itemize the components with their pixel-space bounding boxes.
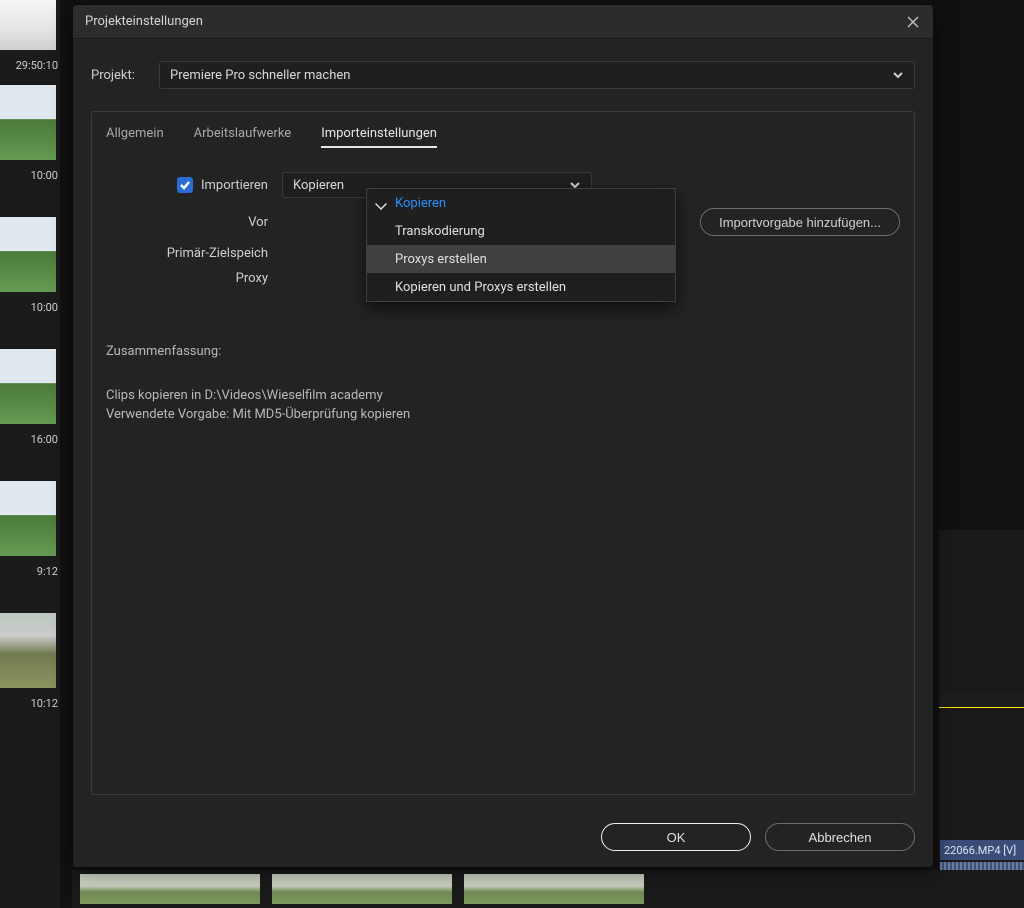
thumbnail-item[interactable]: 9:12 bbox=[0, 481, 60, 558]
import-mode-value: Kopieren bbox=[293, 178, 344, 193]
dialog-buttons: OK Abbrechen bbox=[73, 807, 933, 867]
thumbnail-image bbox=[0, 613, 56, 688]
thumbnail-item[interactable]: 16:00 bbox=[0, 349, 60, 426]
bottom-thumb-strip bbox=[72, 870, 1024, 908]
tab-general[interactable]: Allgemein bbox=[106, 126, 164, 148]
project-label: Projekt: bbox=[91, 68, 143, 83]
summary-block: Zusammenfassung: Clips kopieren in D:\Vi… bbox=[106, 342, 900, 425]
summary-line-destination: Clips kopieren in D:\Videos\Wieselfilm a… bbox=[106, 388, 383, 403]
project-select[interactable]: Premiere Pro schneller machen bbox=[159, 61, 915, 89]
project-select-value: Premiere Pro schneller machen bbox=[170, 68, 350, 83]
project-selector-row: Projekt: Premiere Pro schneller machen bbox=[91, 61, 915, 89]
ok-button[interactable]: OK bbox=[601, 823, 751, 851]
tab-scratch-disks[interactable]: Arbeitslaufwerke bbox=[194, 126, 292, 148]
chevron-down-icon bbox=[892, 69, 904, 81]
thumbnail-timecode: 10:12 bbox=[0, 697, 60, 710]
settings-panel: Allgemein Arbeitslaufwerke Importeinstel… bbox=[91, 111, 915, 795]
thumbnail-timecode: 29:50:10 bbox=[0, 59, 60, 72]
thumbnail-timecode: 9:12 bbox=[0, 565, 60, 578]
dialog-title: Projekteinstellungen bbox=[85, 14, 203, 29]
thumbnail-timecode: 10:00 bbox=[0, 301, 60, 314]
dropdown-item-create-proxies[interactable]: Proxys erstellen bbox=[367, 245, 675, 273]
tabs: Allgemein Arbeitslaufwerke Importeinstel… bbox=[106, 112, 900, 158]
thumbnail-item[interactable]: 10:00 bbox=[0, 85, 60, 162]
preset-label: Vor bbox=[106, 215, 268, 230]
thumbnail-timecode: 10:00 bbox=[0, 169, 60, 182]
thumbnail-timecode: 16:00 bbox=[0, 433, 60, 446]
proxy-label: Proxy bbox=[106, 271, 268, 286]
close-icon[interactable] bbox=[905, 14, 921, 30]
bottom-thumbnail[interactable] bbox=[272, 874, 452, 904]
thumbnail-strip: 29:50:10 10:00 10:00 16:00 9:12 10:12 bbox=[0, 0, 60, 908]
thumbnail-image bbox=[0, 217, 56, 292]
dialog-titlebar: Projekteinstellungen bbox=[73, 5, 933, 39]
thumbnail-image bbox=[0, 0, 56, 50]
bottom-thumbnail[interactable] bbox=[464, 874, 644, 904]
import-checkbox[interactable] bbox=[177, 177, 193, 193]
thumbnail-image bbox=[0, 85, 56, 160]
add-import-preset-button[interactable]: Importvorgabe hinzufügen... bbox=[700, 208, 900, 236]
thumbnail-image bbox=[0, 481, 56, 556]
thumbnail-item[interactable]: 10:00 bbox=[0, 217, 60, 294]
dropdown-item-copy[interactable]: Kopieren bbox=[367, 189, 675, 217]
import-checkbox-label: Importieren bbox=[201, 178, 268, 193]
dropdown-item-transcode[interactable]: Transkodierung bbox=[367, 217, 675, 245]
timeline-clip[interactable]: 22066.MP4 [V] bbox=[940, 840, 1024, 860]
dropdown-item-copy-and-proxies[interactable]: Kopieren und Proxys erstellen bbox=[367, 273, 675, 301]
summary-heading: Zusammenfassung: bbox=[106, 342, 900, 362]
thumbnail-item[interactable]: 10:12 bbox=[0, 613, 60, 690]
cancel-button[interactable]: Abbrechen bbox=[765, 823, 915, 851]
primary-destination-label: Primär-Zielspeich bbox=[106, 246, 268, 261]
project-settings-dialog: Projekteinstellungen Projekt: Premiere P… bbox=[72, 4, 934, 868]
bottom-thumbnail[interactable] bbox=[80, 874, 260, 904]
thumbnail-image bbox=[0, 349, 56, 424]
timeline-ruler[interactable] bbox=[939, 694, 1024, 708]
import-mode-dropdown: Kopieren Transkodierung Proxys erstellen… bbox=[366, 188, 676, 302]
summary-line-preset: Verwendete Vorgabe: Mit MD5-Überprüfung … bbox=[106, 407, 410, 422]
tab-import-settings[interactable]: Importeinstellungen bbox=[321, 126, 437, 148]
thumbnail-item[interactable]: 29:50:10 bbox=[0, 0, 60, 52]
